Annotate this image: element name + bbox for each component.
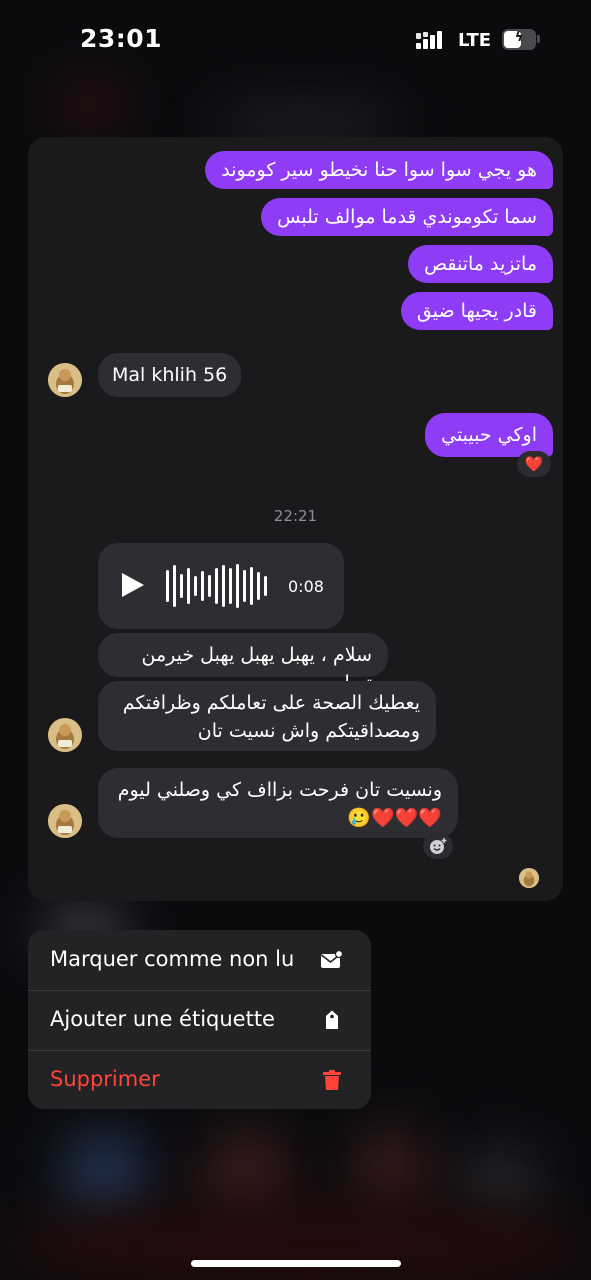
status-bar: 23:01 LTE ϟ (0, 0, 591, 82)
battery-charging-icon: ϟ (502, 29, 536, 50)
play-icon[interactable] (122, 573, 144, 597)
menu-item-label: Ajouter une étiquette (50, 1007, 275, 1031)
contact-avatar[interactable] (48, 804, 82, 838)
message-line: ❤️❤️❤️🥲 (347, 807, 442, 829)
add-label-menu-item[interactable]: Ajouter une étiquette (28, 990, 371, 1050)
message-line: ومصداقيتكم واش نسيت تان (197, 720, 420, 742)
voice-duration: 0:08 (288, 577, 324, 596)
mark-unread-menu-item[interactable]: Marquer comme non lu (28, 930, 371, 990)
chat-preview-card: هو يجي سوا سوا حنا نخيطو سير كوموند سما … (28, 137, 563, 901)
trash-icon (321, 1070, 343, 1090)
message-line: ونسيت تان فرحت بزااف كي وصلني ليوم (117, 779, 442, 801)
outgoing-message[interactable]: هو يجي سوا سوا حنا نخيطو سير كوموند (205, 151, 553, 189)
menu-item-label: Supprimer (50, 1067, 160, 1091)
outgoing-message[interactable]: سما تكوموندي قدما موالف تلبس (261, 198, 553, 236)
signal-strength-icon (416, 31, 448, 49)
context-menu: Marquer comme non lu Ajouter une étiquet… (28, 930, 371, 1109)
contact-avatar[interactable] (48, 718, 82, 752)
incoming-message[interactable]: يعطيك الصحة على تعاملكم وظرافتكم ومصداقي… (98, 681, 436, 751)
add-reaction-icon[interactable] (423, 833, 453, 859)
read-receipt-avatar (519, 868, 539, 888)
home-indicator[interactable] (191, 1260, 401, 1267)
incoming-message[interactable]: ونسيت تان فرحت بزااف كي وصلني ليوم ❤️❤️❤… (98, 768, 458, 838)
menu-item-label: Marquer comme non lu (50, 947, 295, 971)
network-type: LTE (458, 30, 492, 51)
incoming-message[interactable]: Mal khlih 56 (98, 353, 242, 397)
heart-reaction-icon[interactable]: ❤️ (517, 451, 551, 477)
message-line: يعطيك الصحة على تعاملكم وظرافتكم (122, 692, 420, 714)
battery-tip (537, 35, 540, 43)
waveform-icon (166, 559, 270, 613)
incoming-message[interactable]: سلام ، يهبل يهبل يهبل خيرمن تصاور (98, 633, 388, 694)
message-timestamp: 22:21 (273, 507, 318, 525)
status-time: 23:01 (80, 24, 163, 53)
delete-menu-item[interactable]: Supprimer (28, 1050, 371, 1109)
voice-message[interactable]: 0:08 (98, 543, 344, 629)
contact-avatar[interactable] (48, 363, 82, 397)
outgoing-message[interactable]: ماتزيد ماتنقص (408, 245, 553, 283)
envelope-unread-icon (321, 949, 344, 970)
outgoing-message[interactable]: قادر يجيها ضيق (400, 292, 553, 330)
tag-icon (321, 1010, 343, 1030)
